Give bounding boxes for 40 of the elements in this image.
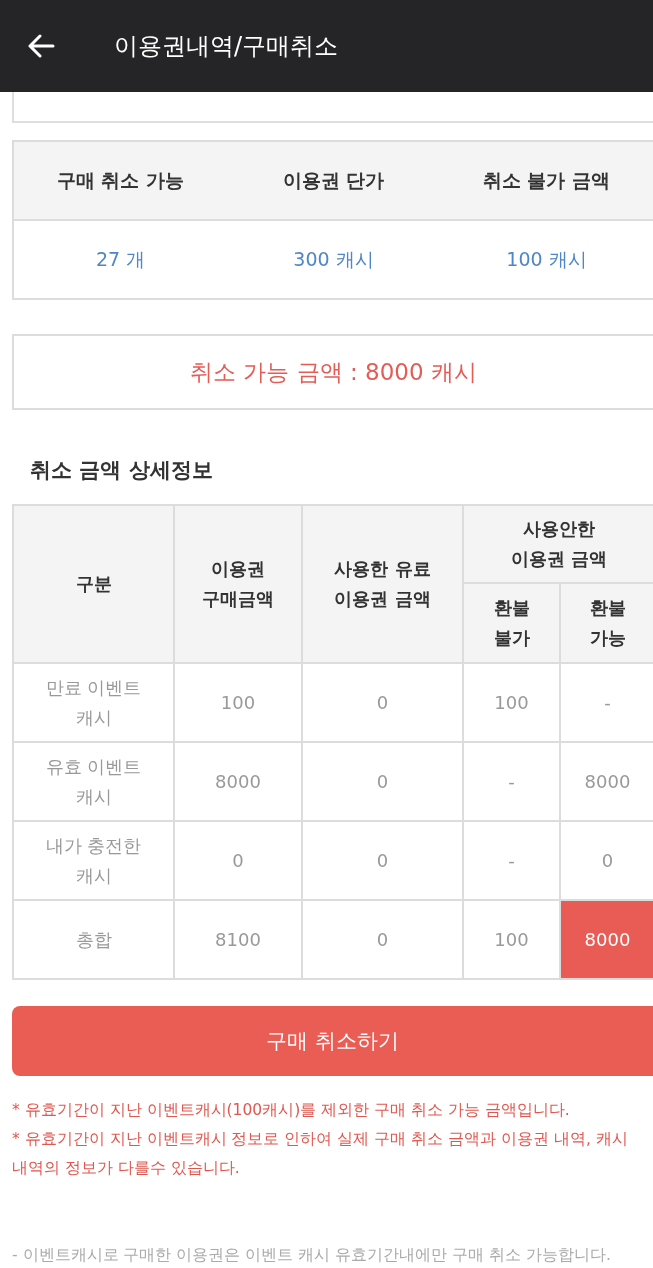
table-cell: 8000 — [560, 742, 653, 821]
table-cell: 8000 — [174, 742, 302, 821]
table-cell: - — [463, 821, 560, 900]
page-title: 이용권내역/구매취소 — [114, 31, 339, 62]
table-cell: 8000 — [560, 900, 653, 979]
table-cell: 100 — [174, 663, 302, 742]
row-label: 유효 이벤트 캐시 — [13, 742, 174, 821]
table-cell: 100 — [463, 900, 560, 979]
row-label: 총합 — [13, 900, 174, 979]
table-cell: - — [463, 742, 560, 821]
table-cell: 8100 — [174, 900, 302, 979]
table-cell: - — [560, 663, 653, 742]
row-label: 만료 이벤트 캐시 — [13, 663, 174, 742]
table-cell: 0 — [560, 821, 653, 900]
column-header: 취소 불가 금액 — [481, 167, 612, 193]
section-title: 취소 금액 상세정보 — [30, 457, 214, 484]
column-header: 구분 — [13, 505, 174, 663]
cancellable-amount: 취소 가능 금액 : 8000 캐시 — [190, 357, 477, 387]
back-arrow-icon[interactable] — [27, 34, 55, 58]
column-header: 이용권 단가 — [281, 167, 386, 193]
footer-note: - 이벤트캐시로 구매한 이용권은 이벤트 캐시 유효기간내에만 구매 취소 가능합니다. — [12, 1245, 612, 1266]
column-header: 환불 가능 — [560, 583, 653, 663]
summary-value: 100 캐시 — [505, 246, 588, 272]
row-label: 내가 충전한 캐시 — [13, 821, 174, 900]
summary-value: 300 캐시 — [292, 246, 375, 272]
table-cell: 0 — [174, 821, 302, 900]
table-cell: 100 — [463, 663, 560, 742]
notice-text: * 유효기간이 지난 이벤트캐시(100캐시)를 제외한 구매 취소 가능 금액입니다. — [12, 1100, 571, 1121]
column-header: 환불 불가 — [463, 583, 560, 663]
column-header: 사용한 유료 이용권 금액 — [302, 505, 463, 663]
table-cell: 0 — [302, 821, 463, 900]
table-cell: 0 — [302, 900, 463, 979]
notice-text: * 유효기간이 지난 이벤트캐시 정보로 인하여 실제 구매 취소 금액과 이용권 내역, 캐시 내역의 정보가 다를수 있습니다. — [12, 1129, 629, 1179]
column-header: 사용안한 이용권 금액 — [463, 505, 653, 583]
column-header: 이용권 구매금액 — [174, 505, 302, 663]
table-cell: 0 — [302, 742, 463, 821]
column-header: 구매 취소 가능 — [55, 167, 186, 193]
table-cell: 0 — [302, 663, 463, 742]
summary-value: 27 개 — [94, 246, 147, 272]
cancel-purchase-button[interactable]: 구매 취소하기 — [12, 1006, 653, 1076]
